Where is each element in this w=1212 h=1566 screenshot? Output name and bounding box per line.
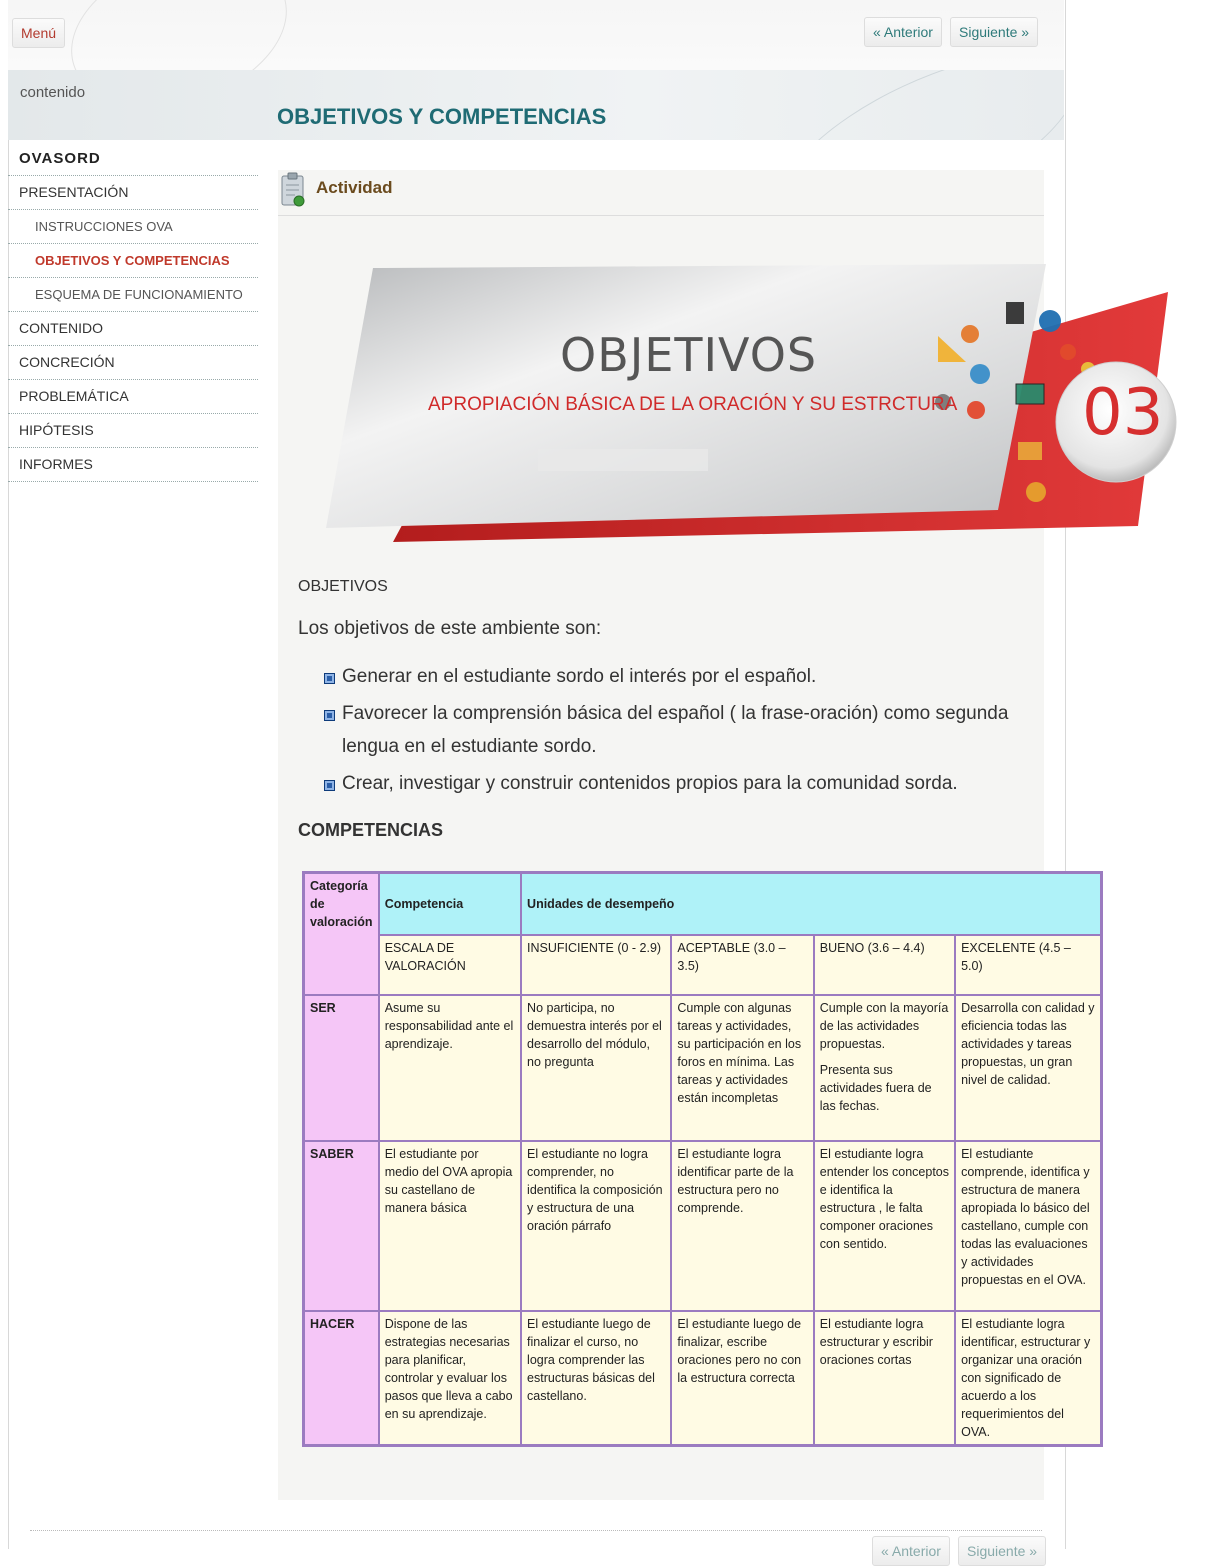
clipboard-icon: [281, 172, 305, 207]
table-header-competence: Competencia: [377, 871, 523, 936]
table-cell: El estudiante logra entender los concept…: [812, 1139, 957, 1312]
table-cell: El estudiante logra identificar parte de…: [670, 1139, 815, 1312]
table-cell-category: HACER: [302, 1309, 380, 1446]
sidebar-item-presentacion[interactable]: PRESENTACIÓN: [8, 176, 258, 210]
footer-divider: [30, 1530, 1042, 1531]
table-cell-scale: ESCALA DE VALORACIÓN: [377, 933, 523, 996]
table-cell: Cumple con algunas tareas y actividades,…: [670, 993, 815, 1142]
list-item: Favorecer la comprensión básica del espa…: [322, 697, 1042, 763]
objectives-intro: Los objetivos de este ambiente son:: [298, 618, 602, 639]
table-cell-category: SABER: [302, 1139, 380, 1312]
sidebar-item-concrecion[interactable]: CONCRECIÓN: [8, 346, 258, 380]
sidebar-item-esquema[interactable]: ESQUEMA DE FUNCIONAMIENTO: [8, 278, 258, 312]
table-cell-level: EXCELENTE (4.5 – 5.0): [954, 933, 1103, 996]
table-cell-competence: El estudiante por medio del OVA apropia …: [377, 1139, 523, 1312]
objectives-heading: OBJETIVOS: [298, 578, 388, 595]
table-row: HACER Dispone de las estrategias necesar…: [302, 1309, 1103, 1446]
menu-button[interactable]: Menú: [12, 18, 66, 48]
table-cell-level: BUENO (3.6 – 4.4): [812, 933, 957, 996]
table-cell: El estudiante luego de finalizar, escrib…: [670, 1309, 815, 1446]
table-cell: El estudiante logra estructurar y escrib…: [812, 1309, 957, 1446]
previous-button-bottom[interactable]: « Anterior: [872, 1536, 950, 1566]
table-cell: El estudiante comprende, identifica y es…: [954, 1139, 1103, 1312]
table-cell: Desarrolla con calidad y eficiencia toda…: [954, 993, 1103, 1142]
previous-button[interactable]: « Anterior: [864, 17, 942, 47]
table-header-units: Unidades de desempeño: [520, 871, 1103, 936]
sidebar-item-hipotesis[interactable]: HIPÓTESIS: [8, 414, 258, 448]
competencies-heading: COMPETENCIAS: [298, 820, 444, 840]
section-label: contenido: [20, 84, 86, 101]
table-cell-competence: Asume su responsabilidad ante el aprendi…: [377, 993, 523, 1142]
table-cell-text: Cumple con la mayoría de las actividades…: [819, 1000, 949, 1051]
competencies-table: Categoría de valoración Competencia Unid…: [302, 871, 1103, 1447]
sidebar-item-objetivos[interactable]: OBJETIVOS Y COMPETENCIAS: [8, 244, 258, 278]
next-button-bottom[interactable]: Siguiente »: [958, 1536, 1047, 1566]
table-cell-level: INSUFICIENTE (0 - 2.9): [520, 933, 673, 996]
activity-label: Actividad: [316, 178, 393, 197]
list-item: Generar en el estudiante sordo el interé…: [322, 660, 1042, 693]
table-row: SER Asume su responsabilidad ante el apr…: [302, 993, 1103, 1142]
divider: [278, 215, 1044, 216]
sidebar-item-ovasord[interactable]: OVASORD: [8, 142, 258, 176]
bullet-icon: [324, 673, 335, 684]
table-cell-level: ACEPTABLE (3.0 – 3.5): [670, 933, 815, 996]
table-cell: Cumple con la mayoría de las actividades…: [812, 993, 957, 1142]
sidebar: OVASORD PRESENTACIÓN INSTRUCCIONES OVA O…: [8, 142, 258, 482]
banner-subtitle: APROPIACIÓN BÁSICA DE LA ORACIÓN Y SU ES…: [428, 394, 958, 415]
bullet-icon: [324, 780, 335, 791]
bullet-icon: [324, 710, 335, 721]
table-cell-competence: Dispone de las estrategias necesarias pa…: [377, 1309, 523, 1446]
table-cell: El estudiante logra identificar, estruct…: [954, 1309, 1103, 1446]
decorative-swoosh: [51, 0, 307, 70]
banner-title: OBJETIVOS: [560, 328, 818, 382]
table-cell: El estudiante no logra comprender, no id…: [520, 1139, 673, 1312]
page-title: OBJETIVOS Y COMPETENCIAS: [277, 104, 607, 129]
table-cell: No participa, no demuestra interés por e…: [520, 993, 673, 1142]
sidebar-item-problematica[interactable]: PROBLEMÁTICA: [8, 380, 258, 414]
table-cell-category: SER: [302, 993, 380, 1142]
banner-number: 03: [1082, 376, 1164, 450]
sidebar-item-informes[interactable]: INFORMES: [8, 448, 258, 482]
table-header-category: Categoría de valoración: [302, 871, 380, 996]
table-cell-text: Presenta sus actividades fuera de las fe…: [819, 1062, 932, 1113]
table-row: SABER El estudiante por medio del OVA ap…: [302, 1139, 1103, 1312]
table-cell: El estudiante luego de finalizar el curs…: [520, 1309, 673, 1446]
decorative-swoosh: [757, 70, 1064, 140]
list-item: Crear, investigar y construir contenidos…: [322, 767, 1042, 800]
sidebar-item-instrucciones[interactable]: INSTRUCCIONES OVA: [8, 210, 258, 244]
objectives-list: Generar en el estudiante sordo el interé…: [322, 660, 1042, 804]
next-button[interactable]: Siguiente »: [950, 17, 1039, 47]
sidebar-item-contenido[interactable]: CONTENIDO: [8, 312, 258, 346]
